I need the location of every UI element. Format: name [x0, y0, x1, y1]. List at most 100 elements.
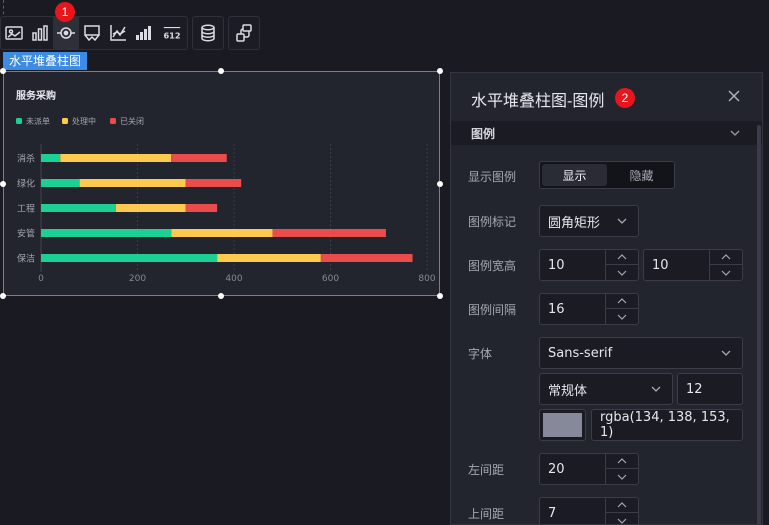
stepped-bar-button[interactable] — [131, 17, 157, 49]
legend-label: 处理中 — [72, 116, 96, 126]
bar-segment — [320, 254, 413, 262]
increment-button[interactable] — [606, 498, 638, 513]
link-group — [228, 16, 260, 50]
selected-component-tag[interactable]: 水平堆叠柱图 — [3, 52, 88, 70]
legend-width-value: 10 — [548, 257, 565, 273]
top-margin-input[interactable]: 7 — [539, 497, 639, 524]
font-color-swatch[interactable] — [539, 409, 586, 441]
chevron-up-icon — [721, 254, 731, 260]
legend-gap-label: 图例间隔 — [468, 303, 517, 317]
resize-handle-top-right[interactable] — [437, 68, 443, 74]
bar-segment — [60, 154, 172, 162]
image-button[interactable] — [1, 17, 27, 49]
bar-segment — [41, 154, 61, 162]
resize-handle-right[interactable] — [437, 181, 443, 187]
font-family-select[interactable]: Sans-serif — [539, 337, 743, 369]
flag-chart-button[interactable] — [79, 17, 105, 49]
font-color-input[interactable]: rgba(134, 138, 153, 1) — [591, 409, 743, 441]
bar-segment — [185, 204, 218, 212]
legend-gap-stepper — [605, 294, 638, 324]
font-weight-select[interactable]: 常规体 — [539, 373, 673, 405]
legend-size-label: 图例宽高 — [468, 259, 517, 273]
number-612-label: 612 — [163, 30, 180, 40]
left-margin-label: 左间距 — [468, 463, 505, 477]
line-chart-icon — [110, 25, 126, 41]
panel-title: 水平堆叠柱图-图例 — [471, 93, 605, 110]
number-button[interactable]: 612 — [157, 17, 187, 49]
increment-button[interactable] — [710, 250, 742, 265]
left-margin-input[interactable]: 20 — [539, 453, 639, 485]
font-color-value: rgba(134, 138, 153, 1) — [600, 410, 730, 440]
share-link-button[interactable] — [229, 17, 259, 49]
chevron-down-icon — [617, 474, 627, 480]
legend-gap-input[interactable]: 16 — [539, 293, 639, 325]
legend-section-header[interactable]: 图例 — [451, 121, 762, 145]
decrement-button[interactable] — [606, 513, 638, 524]
bar-segment — [115, 204, 186, 212]
chevron-down-icon — [721, 350, 731, 356]
decrement-button[interactable] — [606, 265, 638, 280]
legend-height-stepper — [709, 250, 742, 280]
resize-handle-left[interactable] — [0, 181, 6, 187]
left-margin-stepper — [605, 454, 638, 484]
show-option[interactable]: 显示 — [542, 164, 607, 186]
database-button[interactable] — [193, 17, 223, 49]
step-badge-1: 1 — [55, 2, 75, 22]
font-color-fill — [543, 413, 582, 437]
x-tick-label: 200 — [129, 274, 146, 284]
legend-height-input[interactable]: 10 — [643, 249, 743, 281]
data-group — [192, 16, 224, 50]
font-family-value: Sans-serif — [548, 345, 613, 361]
section-title: 图例 — [471, 127, 496, 141]
increment-button[interactable] — [606, 250, 638, 265]
decrement-button[interactable] — [606, 469, 638, 484]
legend-width-input[interactable]: 10 — [539, 249, 639, 281]
chevron-down-icon — [617, 218, 627, 224]
resize-handle-top-left[interactable] — [0, 68, 6, 74]
legend-mark-value: 圆角矩形 — [548, 215, 601, 231]
category-label: 绿化 — [17, 178, 35, 190]
category-label: 工程 — [17, 204, 35, 215]
x-tick-label: 400 — [225, 274, 242, 284]
legend-marker — [110, 118, 116, 124]
increment-button[interactable] — [606, 294, 638, 309]
legend-gap-value: 16 — [548, 301, 565, 317]
resize-handle-top[interactable] — [218, 68, 224, 74]
hide-option[interactable]: 隐藏 — [609, 162, 674, 188]
share-link-icon — [236, 24, 252, 42]
decrement-button[interactable] — [710, 265, 742, 280]
bar-segment — [217, 254, 321, 262]
x-tick-label: 800 — [418, 274, 435, 284]
show-legend-label: 显示图例 — [468, 170, 517, 184]
bar-segment — [185, 179, 242, 187]
resize-handle-bottom-right[interactable] — [437, 293, 443, 299]
legend-marker — [62, 118, 68, 124]
chevron-up-icon — [617, 458, 627, 464]
bar-segment — [41, 254, 218, 262]
database-icon — [201, 24, 215, 42]
left-margin-value: 20 — [548, 461, 565, 477]
image-icon — [5, 26, 23, 40]
target-button[interactable]: 1 — [53, 2, 79, 49]
stepped-bar-icon — [136, 26, 151, 40]
close-icon[interactable] — [725, 87, 743, 105]
target-icon — [57, 27, 75, 39]
increment-button[interactable] — [606, 454, 638, 469]
panel-scrollbar[interactable] — [757, 125, 761, 524]
category-label: 安管 — [17, 228, 35, 240]
legend-mark-select[interactable]: 圆角矩形 — [539, 205, 639, 237]
font-size-input[interactable]: 12 — [677, 373, 743, 405]
resize-handle-bottom-left[interactable] — [0, 293, 6, 299]
bar-chart-button[interactable] — [27, 17, 53, 49]
chevron-down-icon — [617, 270, 627, 276]
chevron-up-icon — [617, 502, 627, 508]
legend-height-value: 10 — [652, 257, 669, 273]
line-chart-button[interactable] — [105, 17, 131, 49]
resize-handle-bottom[interactable] — [218, 293, 224, 299]
number-612-icon: 612 — [163, 26, 181, 40]
decrement-button[interactable] — [606, 309, 638, 324]
font-size-value: 12 — [686, 381, 703, 397]
chart-component[interactable]: 服务采购 未派单 处理中 已关闭 消杀 绿化 工程 安管 保洁 0 200 400 600 800 — [3, 71, 440, 296]
legend-label: 已关闭 — [120, 116, 144, 126]
chevron-down-icon — [617, 518, 627, 524]
